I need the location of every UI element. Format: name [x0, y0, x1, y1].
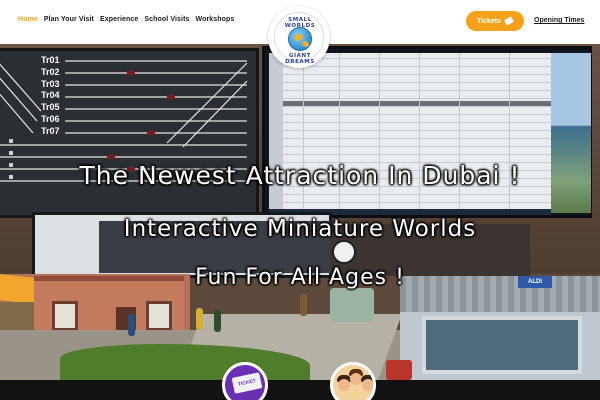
family-circle-button[interactable]	[330, 362, 376, 400]
track-label: Tr05	[41, 102, 60, 113]
miniature-figure	[128, 314, 135, 336]
hero-subheadline: Interactive Miniature Worlds	[123, 216, 477, 242]
site-logo[interactable]: SMALL WORLDS GIANT DREAMS	[268, 6, 330, 68]
opening-times-link[interactable]: Opening Times	[534, 17, 584, 24]
main-nav: Home Plan Your Visit Experience School V…	[18, 16, 234, 23]
hero-banner: Tr01 Tr02 Tr03 Tr04 Tr05 Tr06 Tr07 ALDI …	[0, 44, 600, 380]
logo-badge: SMALL WORLDS GIANT DREAMS	[274, 12, 324, 65]
globe-icon	[288, 27, 312, 51]
bottom-strip	[0, 380, 600, 400]
nav-school-visits[interactable]: School Visits	[144, 16, 189, 23]
track-label: Tr03	[41, 78, 60, 89]
nav-plan-your-visit[interactable]: Plan Your Visit	[44, 16, 94, 23]
hero-tagline: Fun For All Ages !	[195, 265, 405, 290]
ticket-icon	[504, 16, 514, 26]
miniature-figure	[196, 308, 203, 330]
nav-home[interactable]: Home	[18, 16, 38, 23]
track-label: Tr02	[41, 66, 60, 77]
ticket-icon: TICKET	[231, 372, 263, 394]
track-label: Tr06	[41, 113, 60, 124]
buy-tickets-circle-button[interactable]: TICKET	[222, 362, 268, 400]
nav-experience[interactable]: Experience	[100, 16, 138, 23]
track-control-monitor: Tr01 Tr02 Tr03 Tr04 Tr05 Tr06 Tr07	[0, 48, 259, 218]
miniature-figure	[300, 294, 307, 316]
track-label: Tr04	[41, 90, 60, 101]
track-label: Tr01	[41, 55, 60, 65]
miniature-supermarket: ALDI	[400, 276, 600, 380]
tickets-label: Tickets	[477, 17, 501, 25]
miniature-figure	[214, 310, 221, 332]
track-diagram	[0, 60, 248, 182]
clock-icon	[332, 240, 356, 264]
miniature-truck	[330, 288, 374, 322]
nav-workshops[interactable]: Workshops	[196, 16, 235, 23]
spreadsheet-monitor	[262, 46, 592, 218]
hero-headline: The Newest Attraction In Dubai !	[79, 161, 521, 190]
track-labels: Tr01 Tr02 Tr03 Tr04 Tr05 Tr06 Tr07	[41, 55, 60, 138]
tickets-button[interactable]: Tickets	[466, 11, 524, 31]
logo-bottom-text: GIANT DREAMS	[285, 53, 315, 65]
track-label: Tr07	[41, 125, 60, 136]
